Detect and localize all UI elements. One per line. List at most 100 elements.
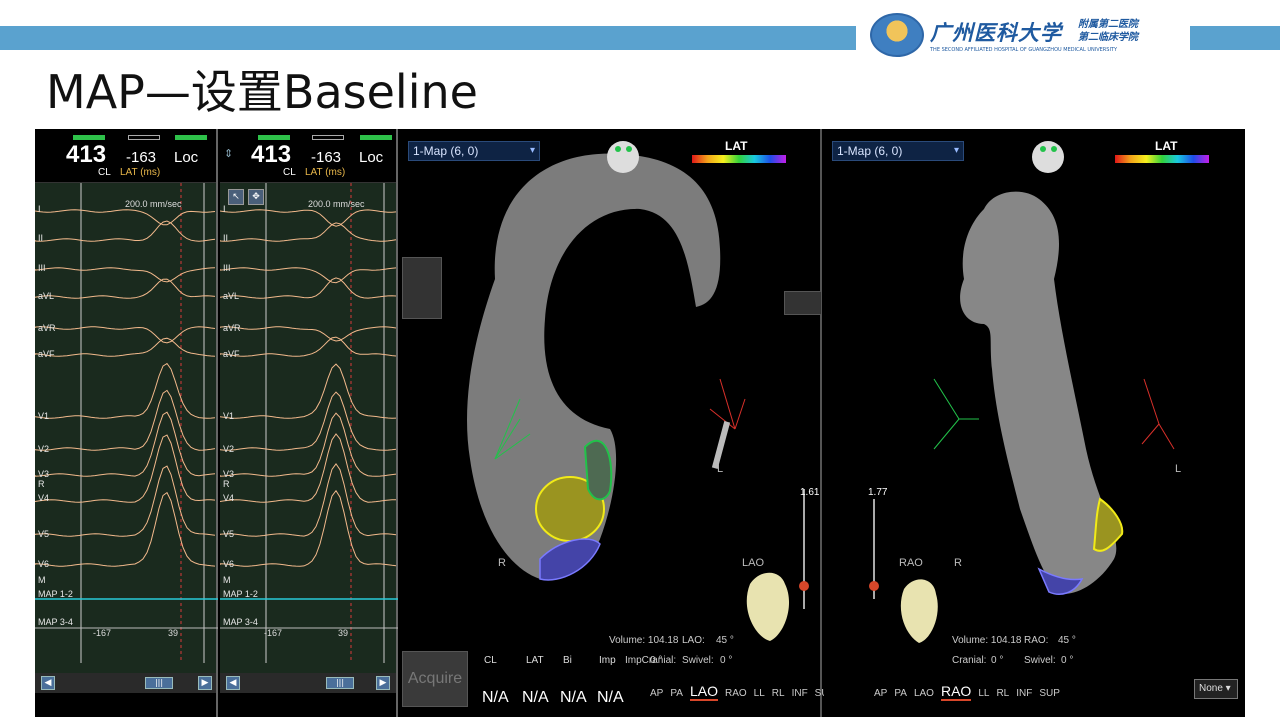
ecg-panel-left: 413 -163 Loc CL LAT (ms) 200.0 mm/sec II…	[35, 129, 218, 717]
view-preset-lao[interactable]: LAO	[914, 688, 934, 699]
view-preset-inf[interactable]: INF	[792, 688, 808, 699]
acq-col-imp: Imp	[599, 655, 616, 666]
scroll-right-button[interactable]: ▶	[376, 676, 390, 690]
orient-r-label: R	[954, 557, 962, 569]
scroll-thumb[interactable]: |||	[145, 677, 173, 689]
zoom-slider-thumb[interactable]	[869, 581, 879, 591]
orientation-axis-right	[709, 378, 746, 430]
lead-label: aVL	[223, 291, 240, 301]
overlay-select-label: None	[1199, 683, 1223, 694]
ecg-trace	[220, 433, 396, 503]
anatomy-render	[869, 141, 1175, 643]
heart-orientation-icon	[746, 572, 790, 641]
view-preset-ap[interactable]: AP	[874, 688, 887, 699]
expand-chevron-icon[interactable]: ⇕	[224, 147, 233, 160]
side-toolbar[interactable]	[402, 257, 442, 319]
lead-label: aVL	[38, 291, 55, 301]
ecg-trace	[35, 362, 216, 419]
map-select[interactable]: 1-Map (6, 0) ▾	[832, 141, 964, 161]
orientation-axis-left	[933, 378, 979, 450]
ecg-scrollbar[interactable]: ◀ ||| ▶	[35, 673, 216, 693]
view-preset-ll[interactable]: LL	[978, 688, 989, 699]
lead-label: aVR	[38, 323, 56, 333]
acq-col-cl: CL	[484, 655, 497, 666]
view-preset-sup[interactable]: SUP	[1039, 688, 1060, 699]
acq-val-cl: N/A	[482, 689, 509, 706]
scroll-right-button[interactable]: ▶	[198, 676, 212, 690]
view-preset-pa[interactable]: PA	[670, 688, 683, 699]
tick-mid: 39	[338, 628, 349, 638]
ecg-header: 413 -163 Loc CL LAT (ms)	[35, 129, 216, 183]
view-preset-inf[interactable]: INF	[1016, 688, 1032, 699]
lat-label: LAT (ms)	[120, 167, 161, 178]
angle1-label: LAO:	[682, 635, 705, 646]
acquire-button[interactable]: Acquire	[402, 651, 468, 707]
view-preset-rl[interactable]: RL	[996, 688, 1009, 699]
lat-region-yellow	[1092, 497, 1124, 552]
ecg-trace	[220, 326, 397, 342]
lat-scale-label: LAT	[725, 139, 748, 153]
heart-view-label: LAO	[742, 557, 765, 569]
ecg-scrollbar[interactable]: ◀ ||| ▶	[220, 673, 396, 693]
lead-label: V1	[38, 411, 50, 421]
scroll-left-button[interactable]: ◀	[226, 676, 240, 690]
heart-orientation-icon	[900, 579, 938, 643]
zoom-slider-thumb[interactable]	[799, 581, 809, 591]
loc-label: Loc	[174, 149, 199, 166]
grid-toolbar[interactable]	[784, 291, 822, 315]
map-select-label: 1-Map (6, 0)	[413, 144, 479, 158]
lead-label: II	[223, 233, 229, 243]
ecg-trace	[220, 412, 397, 477]
mapping-system-screen: 413 -163 Loc CL LAT (ms) 200.0 mm/sec II…	[35, 129, 1245, 717]
ecg-trace	[35, 491, 216, 567]
heart-chamber-shape	[960, 191, 1117, 594]
ecg-trace	[220, 277, 397, 299]
sweep-speed: 200.0 mm/sec	[125, 199, 182, 209]
scroll-left-button[interactable]: ◀	[41, 676, 55, 690]
lead-label: V3	[223, 469, 235, 479]
lead-label: aVF	[223, 349, 240, 359]
zoom-value: 1.61	[800, 487, 820, 498]
status-bar-lat	[128, 135, 160, 140]
ecg-trace	[35, 267, 216, 283]
catheter-shape	[711, 421, 731, 469]
map-select[interactable]: 1-Map (6, 0) ▾	[408, 141, 540, 161]
status-bar-loc	[360, 135, 392, 140]
view-preset-ll[interactable]: LL	[754, 688, 765, 699]
logo-side-line1: 附属第二医院	[1078, 19, 1138, 30]
ecg-trace	[220, 391, 397, 451]
lat-scale-label: LAT	[1155, 139, 1178, 153]
pointer-tool-icon[interactable]: ↖	[228, 189, 244, 205]
header-band-right	[1190, 26, 1280, 50]
angle1-label: RAO:	[1024, 635, 1049, 646]
view-preset-ap[interactable]: AP	[650, 688, 663, 699]
view-preset-rao[interactable]: RAO	[725, 688, 747, 699]
scroll-thumb[interactable]: |||	[326, 677, 354, 689]
lat-value: -163	[126, 149, 157, 166]
university-logo: 广州医科大学 THE SECOND AFFILIATED HOSPITAL OF…	[870, 12, 1182, 58]
acq-val-imp: N/A	[597, 689, 624, 706]
angle3-label: Swivel:	[1024, 655, 1056, 666]
map-view-lao[interactable]: 1-Map (6, 0) ▾ LAT R L 1.61 LAO Volume: 1…	[400, 129, 835, 717]
view-preset-rl[interactable]: RL	[772, 688, 785, 699]
ecg-trace	[220, 363, 397, 419]
lead-label: aVF	[38, 349, 55, 359]
lead-label: III	[38, 263, 46, 273]
view-preset-pa[interactable]: PA	[894, 688, 907, 699]
view-presets: APPALAORAOLLRLINFSUP	[650, 683, 835, 701]
view-preset-rao[interactable]: RAO	[940, 683, 972, 701]
lead-label: V6	[38, 559, 50, 569]
volume-readout: Volume: 104.18	[952, 635, 1022, 646]
lead-label: M	[38, 575, 46, 585]
view-preset-lao[interactable]: LAO	[689, 683, 718, 701]
move-tool-icon[interactable]: ✥	[248, 189, 264, 205]
overlay-select[interactable]: None ▾	[1194, 679, 1238, 699]
tick-left: -167	[264, 628, 283, 638]
ecg-trace	[35, 326, 216, 344]
map-view-rao[interactable]: 1-Map (6, 0) ▾ LAT R L 1.77 RAO Volume: 1…	[824, 129, 1245, 717]
logo-subtitle: THE SECOND AFFILIATED HOSPITAL OF GUANGZ…	[930, 47, 1118, 53]
lead-label: V2	[38, 444, 50, 454]
lead-label: V5	[38, 529, 50, 539]
lead-label: MAP 1-2	[38, 589, 73, 599]
lead-label: V4	[38, 493, 50, 503]
